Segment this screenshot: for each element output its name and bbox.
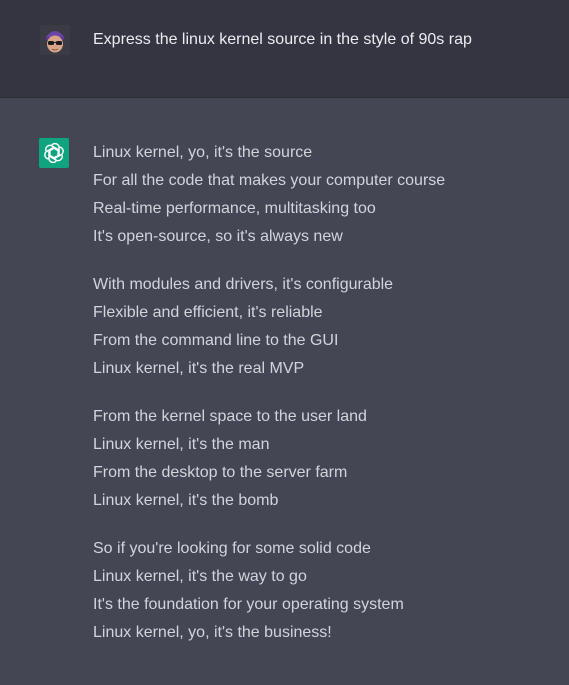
assistant-response: Linux kernel, yo, it's the source For al… — [93, 139, 553, 667]
lyric-line: So if you're looking for some solid code — [93, 540, 371, 557]
lyric-line: For all the code that makes your compute… — [93, 172, 446, 189]
user-message-row: Express the linux kernel source in the s… — [0, 0, 569, 98]
openai-logo-icon — [39, 138, 69, 168]
lyric-line: Linux kernel, yo, it's the business! — [93, 624, 332, 641]
lyric-line: It's open-source, so it's always new — [93, 228, 343, 245]
stanza: Linux kernel, yo, it's the source For al… — [93, 139, 553, 251]
chat-page: Express the linux kernel source in the s… — [0, 0, 569, 685]
user-prompt-text: Express the linux kernel source in the s… — [93, 31, 472, 48]
lyric-line: Linux kernel, it's the real MVP — [93, 360, 305, 377]
lyric-line: From the kernel space to the user land — [93, 408, 367, 425]
lyric-line: From the command line to the GUI — [93, 332, 339, 349]
lyric-line: Linux kernel, yo, it's the source — [93, 144, 313, 161]
lyric-line: It's the foundation for your operating s… — [93, 596, 404, 613]
lyric-line: From the desktop to the server farm — [93, 464, 348, 481]
lyric-line: With modules and drivers, it's configura… — [93, 276, 394, 293]
lyric-line: Flexible and efficient, it's reliable — [93, 304, 323, 321]
stanza: So if you're looking for some solid code… — [93, 535, 553, 647]
stanza: From the kernel space to the user land L… — [93, 403, 553, 515]
stanza: With modules and drivers, it's configura… — [93, 271, 553, 383]
lyric-line: Linux kernel, it's the bomb — [93, 492, 279, 509]
lyric-line: Linux kernel, it's the way to go — [93, 568, 307, 585]
lyric-line: Real-time performance, multitasking too — [93, 200, 376, 217]
user-avatar — [40, 25, 70, 55]
lyric-line: Linux kernel, it's the man — [93, 436, 270, 453]
assistant-message-row: Linux kernel, yo, it's the source For al… — [0, 98, 569, 685]
